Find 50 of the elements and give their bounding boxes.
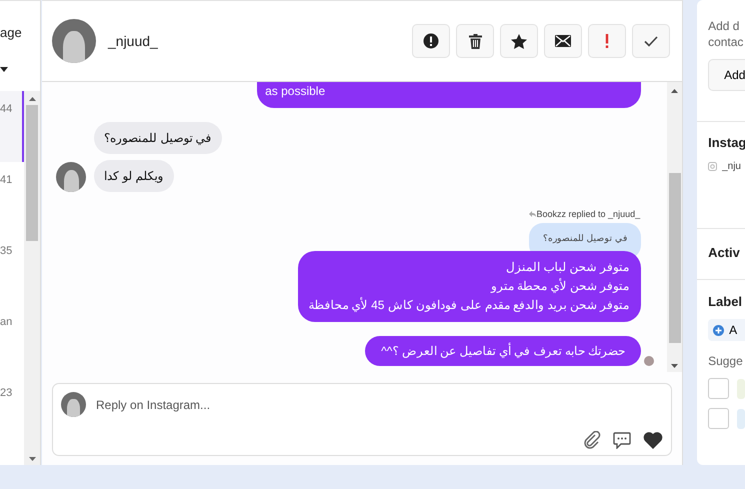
- outgoing-message: as possible: [257, 82, 642, 108]
- reply-note: Bookzz replied to _njuud_: [536, 209, 640, 219]
- alert-button[interactable]: [412, 24, 450, 58]
- scroll-down-icon[interactable]: [28, 457, 36, 461]
- suggested-heading: Sugge: [708, 353, 744, 369]
- star-icon: [511, 34, 528, 48]
- conversation-item[interactable]: 44: [0, 91, 24, 162]
- chat-bubble-icon[interactable]: [613, 432, 632, 448]
- scrollbar[interactable]: [667, 82, 682, 372]
- scroll-up-icon[interactable]: [28, 97, 36, 101]
- scroll-up-icon[interactable]: [671, 89, 678, 93]
- star-button[interactable]: [500, 24, 538, 58]
- paperclip-icon[interactable]: [583, 431, 602, 449]
- conversation-item[interactable]: 35: [0, 233, 24, 304]
- add-label-button[interactable]: A: [708, 319, 745, 341]
- done-button[interactable]: [632, 24, 670, 58]
- mail-button[interactable]: [544, 24, 582, 58]
- conversation-item[interactable]: 23: [0, 375, 24, 446]
- scrollbar[interactable]: [24, 91, 40, 465]
- exclamation-icon: [605, 34, 610, 48]
- list-heading: age: [0, 25, 22, 40]
- plus-icon: [713, 324, 724, 336]
- reply-field[interactable]: Reply on Instagram...: [96, 398, 664, 412]
- add-button[interactable]: Add: [708, 59, 745, 91]
- incoming-message: ويكلم لو كدا: [94, 160, 174, 192]
- check-icon: [644, 36, 658, 46]
- contact-name: _njuud_: [108, 33, 158, 49]
- reply-icon: [528, 211, 536, 217]
- outgoing-message: متوفر شحن لباب المنزل متوفر شحن لأي محطة مترو متوفر شحن بريد والدفع مقدم على فودافون كاش 45 لأي محافظة: [298, 251, 642, 322]
- about-text: contac: [708, 34, 744, 50]
- instagram-handle: _nju: [722, 161, 741, 172]
- section-heading: Label: [708, 294, 744, 309]
- trash-icon: [468, 34, 482, 48]
- delete-button[interactable]: [456, 24, 494, 58]
- outgoing-message: حضرتك حابه تعرف في أي تفاصيل عن العرض ؟^^: [365, 336, 642, 366]
- avatar-icon: [61, 392, 86, 417]
- heart-icon[interactable]: [643, 431, 664, 449]
- instagram-icon: [708, 162, 718, 171]
- about-text: Add d: [708, 18, 740, 34]
- incoming-message: في توصيل للمنصوره؟: [94, 122, 222, 154]
- section-heading: Activ: [708, 245, 741, 260]
- alert-icon: [423, 33, 440, 49]
- conversation-item[interactable]: an: [0, 304, 24, 375]
- caret-icon[interactable]: [0, 67, 8, 72]
- conversation-item[interactable]: 41: [0, 162, 24, 233]
- scroll-down-icon[interactable]: [671, 364, 678, 368]
- mail-icon: [555, 35, 572, 47]
- checkbox[interactable]: [708, 378, 730, 399]
- avatar-icon: [52, 19, 96, 63]
- checkbox[interactable]: [708, 408, 730, 429]
